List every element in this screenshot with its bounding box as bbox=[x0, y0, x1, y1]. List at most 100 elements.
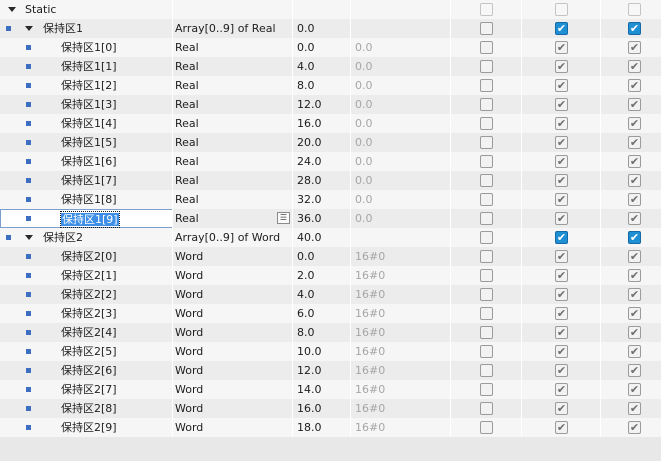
name-input[interactable]: 保持区1[9] bbox=[61, 213, 119, 226]
type-cell[interactable]: Word bbox=[173, 266, 293, 285]
type-cell[interactable]: Real bbox=[173, 38, 293, 57]
offset-cell[interactable]: 8.0 bbox=[293, 76, 351, 95]
array-row[interactable]: 保持区1 Array[0..9] of Real 0.0 ✔ ✔ bbox=[0, 19, 661, 38]
offset-cell[interactable]: 20.0 bbox=[293, 133, 351, 152]
checkbox-unchecked[interactable] bbox=[480, 383, 493, 396]
checkbox-checked[interactable]: ✔ bbox=[628, 79, 641, 92]
element-row[interactable]: 保持区1[4] Real 16.0 0.0 ✔ ✔ bbox=[0, 114, 661, 133]
checkbox-checked[interactable]: ✔ bbox=[628, 193, 641, 206]
caret-down-icon[interactable] bbox=[25, 235, 33, 240]
checkbox-checked[interactable]: ✔ bbox=[555, 231, 568, 244]
checkbox-checked[interactable]: ✔ bbox=[555, 383, 568, 396]
type-cell[interactable]: Word bbox=[173, 323, 293, 342]
checkbox-unchecked[interactable] bbox=[480, 79, 493, 92]
checkbox-unchecked[interactable] bbox=[480, 98, 493, 111]
name-cell[interactable]: 保持区1[7] bbox=[0, 171, 173, 190]
type-cell[interactable]: Word bbox=[173, 304, 293, 323]
type-cell[interactable]: Real bbox=[173, 114, 293, 133]
start-value-cell[interactable]: 16#0 bbox=[351, 418, 451, 437]
offset-cell[interactable]: 36.0 bbox=[293, 209, 351, 228]
element-row[interactable]: 保持区1[5] Real 20.0 0.0 ✔ ✔ bbox=[0, 133, 661, 152]
checkbox-unchecked[interactable] bbox=[480, 345, 493, 358]
checkbox-checked[interactable]: ✔ bbox=[628, 60, 641, 73]
checkbox-checked[interactable]: ✔ bbox=[555, 174, 568, 187]
element-row[interactable]: 保持区1[8] Real 32.0 0.0 ✔ ✔ bbox=[0, 190, 661, 209]
checkbox-unchecked[interactable] bbox=[480, 22, 493, 35]
offset-cell[interactable]: 28.0 bbox=[293, 171, 351, 190]
name-cell[interactable]: 保持区1[0] bbox=[0, 38, 173, 57]
element-row[interactable]: 保持区2[6] Word 12.0 16#0 ✔ ✔ bbox=[0, 361, 661, 380]
checkbox-unchecked[interactable] bbox=[480, 307, 493, 320]
start-value-cell[interactable]: 16#0 bbox=[351, 247, 451, 266]
details-button-icon[interactable]: ☰ bbox=[277, 212, 290, 224]
checkbox-unchecked[interactable] bbox=[480, 288, 493, 301]
checkbox-unchecked[interactable] bbox=[480, 364, 493, 377]
checkbox-checked[interactable]: ✔ bbox=[628, 231, 641, 244]
checkbox-checked[interactable]: ✔ bbox=[628, 421, 641, 434]
offset-cell[interactable]: 16.0 bbox=[293, 114, 351, 133]
element-row[interactable]: 保持区2[8] Word 16.0 16#0 ✔ ✔ bbox=[0, 399, 661, 418]
element-row[interactable]: 保持区2[1] Word 2.0 16#0 ✔ ✔ bbox=[0, 266, 661, 285]
checkbox-unchecked[interactable] bbox=[480, 174, 493, 187]
checkbox-checked[interactable]: ✔ bbox=[555, 345, 568, 358]
checkbox-checked[interactable]: ✔ bbox=[555, 250, 568, 263]
checkbox-checked[interactable]: ✔ bbox=[628, 22, 641, 35]
name-cell[interactable]: 保持区1[9] bbox=[0, 209, 173, 228]
start-value-cell[interactable]: 0.0 bbox=[351, 76, 451, 95]
offset-cell[interactable]: 14.0 bbox=[293, 380, 351, 399]
name-cell[interactable]: 保持区1[1] bbox=[0, 57, 173, 76]
element-row[interactable]: 保持区2[3] Word 6.0 16#0 ✔ ✔ bbox=[0, 304, 661, 323]
type-cell[interactable]: Real bbox=[173, 190, 293, 209]
start-value-cell[interactable]: 16#0 bbox=[351, 342, 451, 361]
offset-cell[interactable]: 10.0 bbox=[293, 342, 351, 361]
offset-cell[interactable]: 32.0 bbox=[293, 190, 351, 209]
checkbox-checked[interactable]: ✔ bbox=[628, 155, 641, 168]
name-cell[interactable]: 保持区1[8] bbox=[0, 190, 173, 209]
name-cell[interactable]: 保持区1[2] bbox=[0, 76, 173, 95]
element-row[interactable]: 保持区2[2] Word 4.0 16#0 ✔ ✔ bbox=[0, 285, 661, 304]
start-value-cell[interactable]: 0.0 bbox=[351, 57, 451, 76]
checkbox-checked[interactable]: ✔ bbox=[628, 212, 641, 225]
offset-cell[interactable]: 0.0 bbox=[293, 38, 351, 57]
type-cell[interactable]: Array[0..9] of Word bbox=[173, 228, 293, 247]
offset-cell[interactable]: 8.0 bbox=[293, 323, 351, 342]
name-cell[interactable]: 保持区2[6] bbox=[0, 361, 173, 380]
checkbox-checked[interactable]: ✔ bbox=[555, 364, 568, 377]
checkbox-checked[interactable]: ✔ bbox=[555, 155, 568, 168]
element-row[interactable]: 保持区2[0] Word 0.0 16#0 ✔ ✔ bbox=[0, 247, 661, 266]
checkbox-checked[interactable]: ✔ bbox=[555, 136, 568, 149]
element-row[interactable]: 保持区2[7] Word 14.0 16#0 ✔ ✔ bbox=[0, 380, 661, 399]
name-cell[interactable]: 保持区2[0] bbox=[0, 247, 173, 266]
start-value-cell[interactable]: 0.0 bbox=[351, 38, 451, 57]
element-row[interactable]: 保持区2[4] Word 8.0 16#0 ✔ ✔ bbox=[0, 323, 661, 342]
type-cell[interactable]: Word bbox=[173, 380, 293, 399]
type-cell[interactable]: Real bbox=[173, 95, 293, 114]
name-cell[interactable]: 保持区1[4] bbox=[0, 114, 173, 133]
name-cell[interactable]: 保持区2 bbox=[0, 228, 173, 247]
checkbox-unchecked[interactable] bbox=[480, 212, 493, 225]
checkbox-checked[interactable]: ✔ bbox=[628, 136, 641, 149]
start-value-cell[interactable]: 0.0 bbox=[351, 114, 451, 133]
name-cell[interactable]: 保持区2[3] bbox=[0, 304, 173, 323]
checkbox-checked[interactable]: ✔ bbox=[555, 288, 568, 301]
offset-cell[interactable]: 16.0 bbox=[293, 399, 351, 418]
checkbox-checked[interactable]: ✔ bbox=[628, 41, 641, 54]
checkbox-checked[interactable]: ✔ bbox=[628, 307, 641, 320]
checkbox-checked[interactable]: ✔ bbox=[555, 193, 568, 206]
type-cell[interactable]: Real ☰ bbox=[173, 209, 293, 228]
checkbox-checked[interactable]: ✔ bbox=[555, 269, 568, 282]
offset-cell[interactable]: 24.0 bbox=[293, 152, 351, 171]
offset-cell[interactable]: 12.0 bbox=[293, 361, 351, 380]
offset-cell[interactable]: 4.0 bbox=[293, 285, 351, 304]
checkbox-checked[interactable]: ✔ bbox=[628, 174, 641, 187]
checkbox-checked[interactable]: ✔ bbox=[628, 345, 641, 358]
type-cell[interactable]: Word bbox=[173, 285, 293, 304]
name-cell[interactable]: 保持区2[2] bbox=[0, 285, 173, 304]
checkbox-unchecked[interactable] bbox=[480, 117, 493, 130]
checkbox-checked[interactable]: ✔ bbox=[555, 326, 568, 339]
checkbox-unchecked[interactable] bbox=[480, 231, 493, 244]
type-cell[interactable]: Word bbox=[173, 342, 293, 361]
name-cell[interactable]: 保持区2[7] bbox=[0, 380, 173, 399]
start-value-cell[interactable]: 16#0 bbox=[351, 380, 451, 399]
type-cell[interactable]: Word bbox=[173, 418, 293, 437]
